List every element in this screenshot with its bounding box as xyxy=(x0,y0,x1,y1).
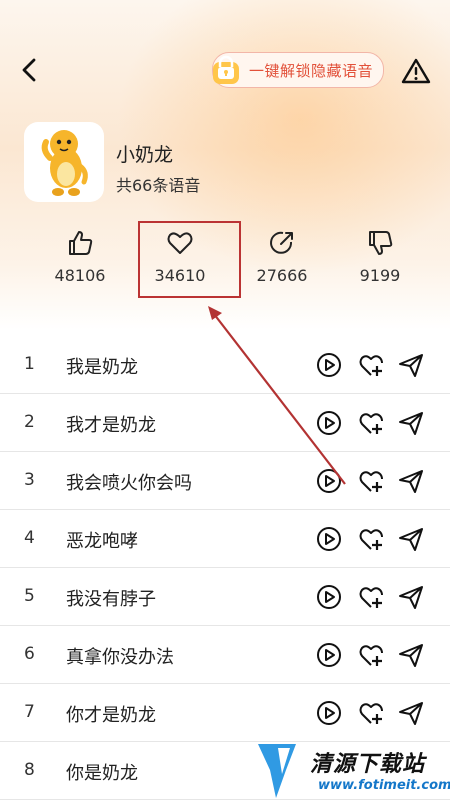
voice-title: 我没有脖子 xyxy=(66,589,156,610)
voice-row[interactable]: 6 真拿你没办法 xyxy=(0,626,450,684)
play-icon[interactable] xyxy=(315,525,343,553)
voice-title: 恶龙咆哮 xyxy=(66,531,138,552)
send-icon[interactable] xyxy=(397,409,425,437)
voice-row[interactable]: 7 你才是奶龙 xyxy=(0,684,450,742)
voice-row[interactable]: 2 我才是奶龙 xyxy=(0,394,450,452)
heart-plus-icon[interactable] xyxy=(357,525,385,553)
play-icon[interactable] xyxy=(315,699,343,727)
voice-index: 4 xyxy=(24,528,35,548)
dislike-count: 9199 xyxy=(359,266,401,285)
back-arrow-icon[interactable] xyxy=(16,56,44,84)
heart-plus-icon[interactable] xyxy=(357,699,385,727)
voice-row[interactable]: 3 我会喷火你会吗 xyxy=(0,452,450,510)
play-icon[interactable] xyxy=(315,409,343,437)
voice-title: 我是奶龙 xyxy=(66,357,138,378)
voice-title: 真拿你没办法 xyxy=(66,647,174,668)
warning-icon[interactable] xyxy=(401,57,431,85)
play-icon[interactable] xyxy=(315,583,343,611)
unlock-hidden-voices-button[interactable]: 一键解锁隐藏语音 xyxy=(212,52,384,88)
dislike-stat[interactable]: 9199 xyxy=(330,228,430,285)
send-icon[interactable] xyxy=(397,699,425,727)
like-count: 48106 xyxy=(54,266,106,285)
heart-plus-icon[interactable] xyxy=(357,467,385,495)
send-icon[interactable] xyxy=(397,583,425,611)
lock-icon xyxy=(213,55,239,84)
heart-plus-icon[interactable] xyxy=(357,409,385,437)
send-icon[interactable] xyxy=(397,467,425,495)
thumbs-up-icon xyxy=(69,231,93,255)
annotation-highlight-box xyxy=(138,221,241,298)
heart-plus-icon[interactable] xyxy=(357,351,385,379)
voice-index: 8 xyxy=(24,760,35,780)
thumbs-down-icon xyxy=(369,231,393,255)
avatar xyxy=(24,122,104,202)
voice-index: 6 xyxy=(24,644,35,664)
voice-index: 2 xyxy=(24,412,35,432)
voice-list: 1 我是奶龙 2 我才是奶龙 3 我会喷火你会吗 4 恶龙咆哮 5 我没有脖子 … xyxy=(0,336,450,800)
voice-title: 你是奶龙 xyxy=(66,763,138,784)
voice-row[interactable]: 5 我没有脖子 xyxy=(0,568,450,626)
send-icon[interactable] xyxy=(397,351,425,379)
unlock-label: 一键解锁隐藏语音 xyxy=(249,61,374,80)
share-stat[interactable]: 27666 xyxy=(232,228,332,285)
watermark-brand: 清源下载站 xyxy=(310,752,426,777)
voice-index: 3 xyxy=(24,470,35,490)
voice-index: 5 xyxy=(24,586,35,606)
voice-row[interactable]: 1 我是奶龙 xyxy=(0,336,450,394)
play-icon[interactable] xyxy=(315,641,343,669)
voice-index: 1 xyxy=(24,354,35,374)
heart-plus-icon[interactable] xyxy=(357,583,385,611)
voice-row[interactable]: 4 恶龙咆哮 xyxy=(0,510,450,568)
like-stat[interactable]: 48106 xyxy=(30,228,130,285)
voice-title: 我才是奶龙 xyxy=(66,415,156,436)
send-icon[interactable] xyxy=(397,641,425,669)
voice-title: 你才是奶龙 xyxy=(66,705,156,726)
watermark-url: www.fotimeit.com xyxy=(318,778,450,793)
pack-voice-count: 共66条语音 xyxy=(116,176,201,195)
share-icon xyxy=(270,231,293,254)
heart-plus-icon[interactable] xyxy=(357,641,385,669)
send-icon[interactable] xyxy=(397,525,425,553)
voice-title: 我会喷火你会吗 xyxy=(66,473,192,494)
voice-index: 7 xyxy=(24,702,35,722)
pack-name: 小奶龙 xyxy=(116,144,174,166)
dragon-mascot-image xyxy=(41,130,88,196)
play-icon[interactable] xyxy=(315,467,343,495)
share-count: 27666 xyxy=(256,266,308,285)
play-icon[interactable] xyxy=(315,351,343,379)
